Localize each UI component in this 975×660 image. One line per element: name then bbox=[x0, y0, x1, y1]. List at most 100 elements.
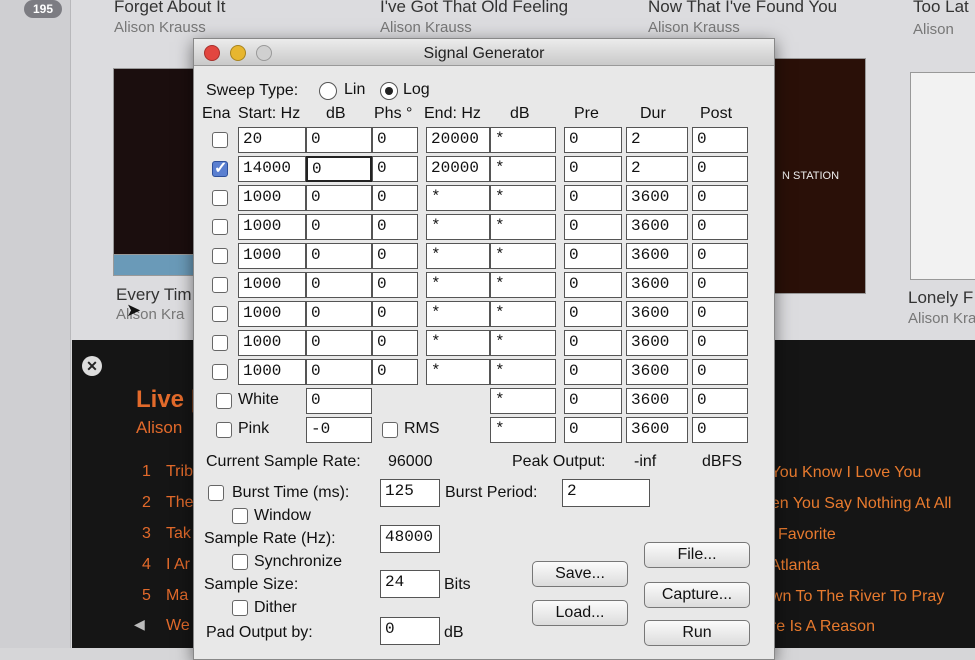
title-bar[interactable]: Signal Generator bbox=[194, 39, 774, 66]
phase-field[interactable]: 0 bbox=[372, 301, 418, 327]
post-field[interactable]: 0 bbox=[692, 156, 748, 182]
album-art[interactable] bbox=[113, 68, 197, 276]
album-title[interactable]: Lonely F bbox=[908, 288, 973, 308]
sweep-log-radio[interactable] bbox=[380, 82, 398, 100]
white-end-db-field[interactable]: * bbox=[490, 388, 556, 414]
dur-field[interactable]: 3600 bbox=[626, 243, 688, 269]
start-hz-field[interactable]: 20 bbox=[238, 127, 306, 153]
row-enable-checkbox[interactable] bbox=[212, 335, 228, 351]
dur-field[interactable]: 3600 bbox=[626, 272, 688, 298]
burst-time-label[interactable]: Burst Time (ms): bbox=[232, 484, 349, 502]
start-hz-field[interactable]: 1000 bbox=[238, 272, 306, 298]
start-db-field[interactable]: 0 bbox=[306, 214, 372, 240]
dur-field[interactable]: 2 bbox=[626, 127, 688, 153]
song-title[interactable]: Now That I've Found You bbox=[648, 0, 837, 17]
burst-time-field[interactable]: 125 bbox=[380, 479, 440, 507]
track-name[interactable]: The bbox=[166, 494, 194, 512]
pink-noise-checkbox[interactable] bbox=[216, 422, 232, 438]
pink-noise-label[interactable]: Pink bbox=[238, 420, 269, 438]
sample-rate-field[interactable]: 48000 bbox=[380, 525, 440, 553]
row-enable-checkbox[interactable] bbox=[212, 364, 228, 380]
post-field[interactable]: 0 bbox=[692, 330, 748, 356]
phase-field[interactable]: 0 bbox=[372, 185, 418, 211]
post-field[interactable]: 0 bbox=[692, 214, 748, 240]
row-enable-checkbox[interactable] bbox=[212, 190, 228, 206]
dither-label[interactable]: Dither bbox=[254, 599, 297, 617]
synchronize-label[interactable]: Synchronize bbox=[254, 553, 342, 571]
track-name[interactable]: ere Is A Reason bbox=[762, 618, 875, 636]
dur-field[interactable]: 3600 bbox=[626, 301, 688, 327]
start-hz-field[interactable]: 1000 bbox=[238, 214, 306, 240]
start-hz-field[interactable]: 1000 bbox=[238, 330, 306, 356]
window-label[interactable]: Window bbox=[254, 507, 311, 525]
end-hz-field[interactable]: * bbox=[426, 185, 490, 211]
end-hz-field[interactable]: 20000 bbox=[426, 127, 490, 153]
start-db-field[interactable]: 0 bbox=[306, 301, 372, 327]
white-noise-label[interactable]: White bbox=[238, 391, 279, 409]
end-db-field[interactable]: * bbox=[490, 156, 556, 182]
pink-pre-field[interactable]: 0 bbox=[564, 417, 622, 443]
start-db-field[interactable]: 0 bbox=[306, 185, 372, 211]
dur-field[interactable]: 2 bbox=[626, 156, 688, 182]
song-artist[interactable]: Alison Krauss bbox=[114, 19, 206, 36]
track-name[interactable]: Tak bbox=[166, 525, 191, 543]
burst-time-checkbox[interactable] bbox=[208, 485, 224, 501]
phase-field[interactable]: 0 bbox=[372, 359, 418, 385]
close-icon[interactable]: ✕ bbox=[82, 356, 102, 376]
song-artist[interactable]: Alison bbox=[913, 21, 954, 38]
song-artist[interactable]: Alison Krauss bbox=[648, 19, 740, 36]
start-db-field[interactable]: 0 bbox=[306, 272, 372, 298]
track-name[interactable]: t You Know I Love You bbox=[762, 464, 921, 482]
end-db-field[interactable]: * bbox=[490, 272, 556, 298]
pink-dur-field[interactable]: 3600 bbox=[626, 417, 688, 443]
sweep-lin-label[interactable]: Lin bbox=[344, 81, 365, 99]
dur-field[interactable]: 3600 bbox=[626, 359, 688, 385]
capture-button[interactable]: Capture... bbox=[644, 582, 750, 608]
track-name[interactable]: I Ar bbox=[166, 556, 190, 574]
end-hz-field[interactable]: * bbox=[426, 359, 490, 385]
row-enable-checkbox[interactable] bbox=[212, 248, 228, 264]
song-title[interactable]: I've Got That Old Feeling bbox=[380, 0, 568, 17]
post-field[interactable]: 0 bbox=[692, 185, 748, 211]
pre-field[interactable]: 0 bbox=[564, 127, 622, 153]
start-db-field[interactable]: 0 bbox=[306, 243, 372, 269]
phase-field[interactable]: 0 bbox=[372, 272, 418, 298]
save-button[interactable]: Save... bbox=[532, 561, 628, 587]
end-hz-field[interactable]: * bbox=[426, 243, 490, 269]
post-field[interactable]: 0 bbox=[692, 272, 748, 298]
end-hz-field[interactable]: * bbox=[426, 301, 490, 327]
white-noise-checkbox[interactable] bbox=[216, 393, 232, 409]
sweep-lin-radio[interactable] bbox=[319, 82, 337, 100]
white-db-field[interactable]: 0 bbox=[306, 388, 372, 414]
track-name[interactable]: Ma bbox=[166, 587, 188, 605]
album-art[interactable] bbox=[910, 72, 975, 280]
end-db-field[interactable]: * bbox=[490, 185, 556, 211]
album-artist[interactable]: Alison Kra bbox=[908, 310, 975, 327]
post-field[interactable]: 0 bbox=[692, 359, 748, 385]
pre-field[interactable]: 0 bbox=[564, 330, 622, 356]
post-field[interactable]: 0 bbox=[692, 243, 748, 269]
end-db-field[interactable]: * bbox=[490, 330, 556, 356]
run-button[interactable]: Run bbox=[644, 620, 750, 646]
end-hz-field[interactable]: * bbox=[426, 330, 490, 356]
start-hz-field[interactable]: 1000 bbox=[238, 301, 306, 327]
load-button[interactable]: Load... bbox=[532, 600, 628, 626]
track-name[interactable]: We bbox=[166, 617, 190, 635]
end-db-field[interactable]: * bbox=[490, 243, 556, 269]
sweep-log-label[interactable]: Log bbox=[403, 81, 430, 99]
end-db-field[interactable]: * bbox=[490, 359, 556, 385]
start-hz-field[interactable]: 1000 bbox=[238, 243, 306, 269]
phase-field[interactable]: 0 bbox=[372, 127, 418, 153]
white-pre-field[interactable]: 0 bbox=[564, 388, 622, 414]
pad-output-field[interactable]: 0 bbox=[380, 617, 440, 645]
end-hz-field[interactable]: * bbox=[426, 214, 490, 240]
pre-field[interactable]: 0 bbox=[564, 301, 622, 327]
start-db-field[interactable]: 0 bbox=[306, 330, 372, 356]
rms-checkbox[interactable] bbox=[382, 422, 398, 438]
file-button[interactable]: File... bbox=[644, 542, 750, 568]
pre-field[interactable]: 0 bbox=[564, 272, 622, 298]
track-name[interactable]: hen You Say Nothing At All bbox=[762, 495, 951, 513]
row-enable-checkbox[interactable] bbox=[212, 277, 228, 293]
dur-field[interactable]: 3600 bbox=[626, 185, 688, 211]
phase-field[interactable]: 0 bbox=[372, 243, 418, 269]
